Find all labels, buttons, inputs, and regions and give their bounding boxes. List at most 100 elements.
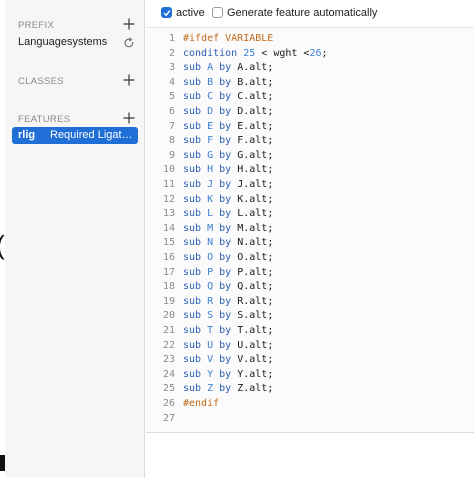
code-token: sub (183, 339, 202, 351)
code-line[interactable]: 23 sub V by V.alt; (146, 353, 474, 368)
code-line[interactable]: 24 sub Y by Y.alt; (146, 368, 474, 383)
code-text: #ifdef VARIABLE (183, 32, 273, 47)
code-token: sub (183, 383, 202, 395)
line-number: 2 (168, 47, 175, 59)
code-line[interactable]: 11 sub J by J.alt; (146, 178, 474, 193)
code-line[interactable]: 21 sub T by T.alt; (146, 324, 474, 339)
feature-item-rlig[interactable]: rlig Required Ligatu… (12, 127, 138, 144)
code-token: sub (183, 193, 202, 205)
classes-section-header: CLASSES (18, 73, 136, 91)
main-panel: active Generate feature automatically 1 #… (146, 0, 474, 478)
line-number: 17 (162, 266, 175, 278)
code-line[interactable]: 5 sub C by C.alt; (146, 90, 474, 105)
code-line[interactable]: 26 #endif (146, 397, 474, 412)
code-text: sub D by D.alt; (183, 105, 273, 120)
code-token: sub (183, 281, 202, 293)
code-token: Z.alt; (231, 383, 274, 395)
code-text: sub V by V.alt; (183, 353, 273, 368)
code-line[interactable]: 9 sub G by G.alt; (146, 149, 474, 164)
line-number: 4 (168, 76, 175, 88)
line-number: 18 (162, 281, 175, 293)
active-checkbox[interactable] (161, 7, 172, 18)
code-line[interactable]: 3 sub A by A.alt; (146, 61, 474, 76)
code-token: #endif (183, 398, 220, 409)
add-class-plus-icon[interactable] (122, 73, 136, 87)
code-token: by (219, 135, 232, 147)
code-line[interactable]: 27 (146, 412, 474, 427)
code-text: sub Q by Q.alt; (183, 280, 273, 295)
code-line[interactable]: 14 sub M by M.alt; (146, 222, 474, 237)
code-token: C.alt; (231, 91, 274, 103)
code-token: by (219, 368, 232, 380)
line-number: 25 (162, 383, 175, 395)
code-line[interactable]: 6 sub D by D.alt; (146, 105, 474, 120)
code-line[interactable]: 7 sub E by E.alt; (146, 120, 474, 135)
code-token: sub (183, 208, 202, 220)
code-line[interactable]: 22 sub U by U.alt; (146, 339, 474, 354)
code-editor[interactable]: 1 #ifdef VARIABLE 2 condition 25 < wght <26… (146, 27, 474, 433)
code-text: sub B by B.alt; (183, 76, 273, 91)
code-text: sub M by M.alt; (183, 222, 273, 237)
code-line[interactable]: 4 sub B by B.alt; (146, 76, 474, 91)
prefix-item-languagesystems[interactable]: Languagesystems (18, 35, 136, 51)
code-line[interactable]: 19 sub R by R.alt; (146, 295, 474, 310)
code-line[interactable]: 13 sub L by L.alt; (146, 207, 474, 222)
line-number: 7 (168, 120, 175, 132)
line-number: 8 (168, 135, 175, 147)
code-token: by (219, 208, 232, 220)
refresh-icon[interactable] (123, 36, 135, 48)
code-token: E.alt; (231, 120, 274, 132)
code-token: by (219, 383, 232, 395)
code-text: sub Y by Y.alt; (183, 368, 273, 383)
code-token: P.alt; (231, 266, 274, 278)
code-line[interactable]: 17 sub P by P.alt; (146, 266, 474, 281)
line-number: 12 (162, 193, 175, 205)
active-label: active (176, 7, 205, 19)
code-token: sub (183, 149, 202, 161)
code-line[interactable]: 16 sub O by O.alt; (146, 251, 474, 266)
code-token: by (219, 106, 232, 117)
code-line[interactable]: 1 #ifdef VARIABLE (146, 32, 474, 47)
code-line[interactable]: 20 sub S by S.alt; (146, 309, 474, 324)
generate-feature-checkbox[interactable] (212, 7, 223, 18)
code-token: R.alt; (231, 295, 274, 307)
code-line[interactable]: 10 sub H by H.alt; (146, 163, 474, 178)
code-token: Y.alt; (231, 368, 274, 380)
code-token: sub (183, 106, 202, 117)
add-prefix-plus-icon[interactable] (122, 17, 136, 31)
code-line[interactable]: 8 sub F by F.alt; (146, 134, 474, 149)
code-token: A.alt; (231, 62, 274, 74)
code-token: sub (183, 368, 202, 380)
code-text: sub A by A.alt; (183, 61, 273, 76)
add-feature-plus-icon[interactable] (122, 111, 136, 125)
code-token: S.alt; (231, 310, 274, 322)
line-number: 13 (162, 208, 175, 220)
code-line[interactable]: 25 sub Z by Z.alt; (146, 382, 474, 397)
line-number: 21 (162, 325, 175, 336)
feature-editor-window: ( PREFIX Languagesystems CLASSES (0, 0, 474, 478)
code-line[interactable]: 18 sub Q by Q.alt; (146, 280, 474, 295)
code-token: O.alt; (231, 252, 274, 263)
feature-name: Required Ligatu… (50, 129, 136, 141)
line-number: 11 (162, 179, 175, 190)
code-text: sub U by U.alt; (183, 339, 273, 354)
line-number: 5 (168, 91, 175, 103)
line-number: 6 (168, 106, 175, 117)
line-number: 24 (162, 368, 175, 380)
code-text: sub P by P.alt; (183, 266, 273, 281)
code-text: sub C by C.alt; (183, 90, 273, 105)
line-number: 26 (162, 398, 175, 409)
code-token: by (219, 339, 232, 351)
code-token: sub (183, 266, 202, 278)
code-text: sub E by E.alt; (183, 120, 273, 135)
code-line[interactable]: 15 sub N by N.alt; (146, 236, 474, 251)
code-text: sub N by N.alt; (183, 236, 273, 251)
line-number: 3 (168, 62, 175, 74)
code-line[interactable]: 2 condition 25 < wght <26; (146, 47, 474, 62)
code-line[interactable]: 12 sub K by K.alt; (146, 193, 474, 208)
code-token: sub (183, 325, 202, 336)
code-token: sub (183, 76, 202, 88)
code-token: by (219, 120, 232, 132)
code-text: sub J by J.alt; (183, 178, 273, 193)
line-number: 22 (162, 339, 175, 351)
